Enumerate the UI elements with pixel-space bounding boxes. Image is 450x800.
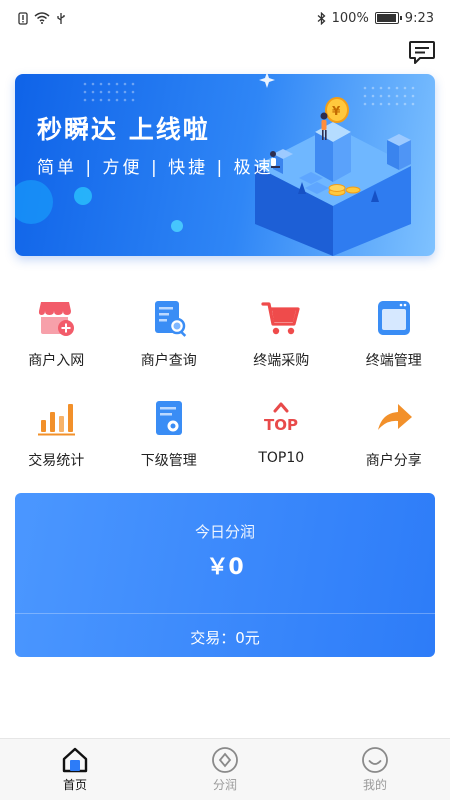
diamond-icon — [212, 747, 238, 773]
nav-item-profit[interactable]: 分润 — [150, 739, 300, 800]
battery-percent: 100% — [331, 10, 369, 26]
bottom-nav: 首页 分润 我的 — [0, 738, 450, 800]
status-right: 100% 9:23 — [317, 11, 434, 26]
svg-text:TOP: TOP — [264, 416, 298, 434]
clock-time: 9:23 — [404, 10, 434, 26]
wifi-icon — [34, 12, 50, 24]
nav-label: 首页 — [62, 778, 87, 792]
promo-banner[interactable]: ¥ 秒瞬达 上线啦 简单 | 方便 | 快捷 | 极速 — [15, 74, 435, 256]
menu-item-terminal-manage[interactable]: 终端管理 — [338, 290, 450, 390]
menu-item-merchant-register[interactable]: 商户入网 — [0, 290, 113, 390]
nav-item-home[interactable]: 首页 — [0, 739, 150, 800]
smiley-icon — [362, 747, 388, 773]
bar-chart-icon — [38, 404, 76, 436]
alert-icon — [18, 11, 28, 25]
svg-text:¥: ¥ — [332, 104, 341, 118]
profit-title: 今日分润 — [194, 523, 255, 541]
usb-icon — [57, 12, 65, 24]
document-settings-icon — [155, 401, 182, 435]
menu-label: 终端管理 — [365, 353, 422, 369]
window-icon — [377, 301, 410, 335]
nav-label: 分润 — [212, 778, 237, 792]
profit-amount: ￥0 — [206, 555, 244, 580]
banner-title: 秒瞬达 上线啦 — [37, 115, 210, 144]
status-bar: 100% 9:23 — [0, 0, 450, 36]
status-left — [18, 11, 66, 25]
top-icon: TOP — [264, 402, 298, 434]
menu-item-terminal-purchase[interactable]: 终端采购 — [225, 290, 338, 390]
menu-item-trade-stats[interactable]: 交易统计 — [0, 390, 113, 490]
profit-divider — [15, 613, 435, 614]
home-icon — [62, 747, 88, 773]
bluetooth-icon — [317, 11, 326, 25]
profit-card[interactable]: 今日分润 ￥0 交易：0元 — [15, 493, 435, 657]
menu-label: 交易统计 — [28, 453, 85, 469]
trade-summary: 交易：0元 — [190, 629, 260, 647]
menu-item-merchant-query[interactable]: 商户查询 — [113, 290, 226, 390]
menu-label: TOP10 — [258, 450, 305, 466]
menu-item-top10[interactable]: TOP TOP10 — [225, 390, 338, 490]
menu-item-subordinate-manage[interactable]: 下级管理 — [113, 390, 226, 490]
document-search-icon — [154, 301, 186, 337]
nav-label: 我的 — [362, 778, 387, 792]
banner-subtitle: 简单 | 方便 | 快捷 | 极速 — [37, 158, 274, 178]
menu-label: 商户入网 — [28, 353, 85, 369]
nav-item-mine[interactable]: 我的 — [300, 739, 450, 800]
cart-icon — [261, 302, 300, 335]
share-arrow-icon — [377, 404, 412, 430]
store-add-icon — [39, 302, 75, 336]
menu-label: 下级管理 — [140, 453, 197, 469]
message-icon — [409, 41, 435, 64]
menu-label: 商户查询 — [140, 353, 197, 369]
menu-label: 商户分享 — [365, 453, 422, 469]
message-button[interactable] — [408, 40, 436, 66]
battery-icon — [374, 12, 402, 24]
function-menu: 商户入网 商户查询 终端采购 终端管理 交易统计 下级管理 TOP TOP10 … — [0, 290, 450, 490]
menu-item-merchant-share[interactable]: 商户分享 — [338, 390, 450, 490]
menu-label: 终端采购 — [253, 353, 310, 369]
